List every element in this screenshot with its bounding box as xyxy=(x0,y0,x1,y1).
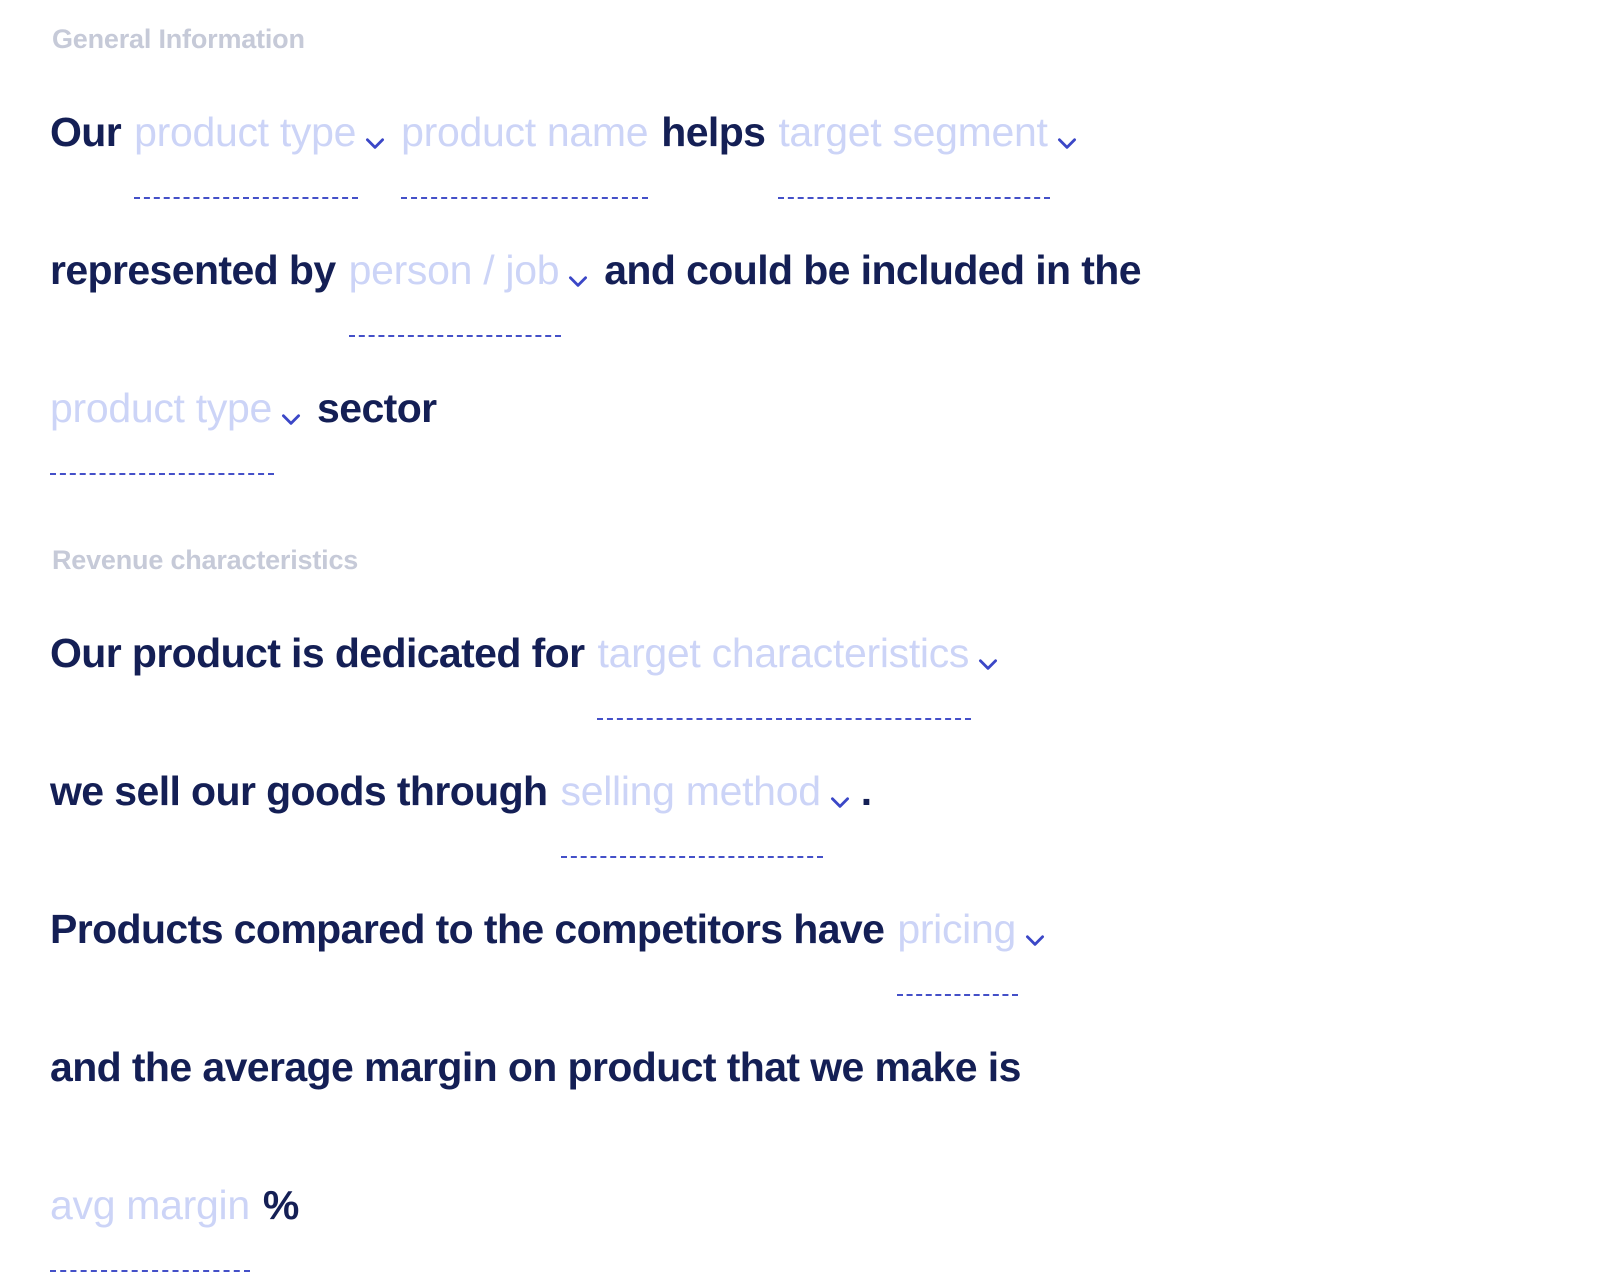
chevron-down-icon[interactable] xyxy=(565,268,591,294)
chevron-down-icon[interactable] xyxy=(827,789,853,815)
field-underline xyxy=(401,197,649,199)
field-placeholder[interactable]: pricing xyxy=(897,884,1016,976)
business-model-form: General Information Our product type produc… xyxy=(0,0,1600,1272)
field-underline xyxy=(778,197,1050,199)
field-underline xyxy=(897,994,1018,996)
field-underline xyxy=(348,335,562,337)
dropdown-selling-method[interactable]: selling method xyxy=(560,746,853,858)
dropdown-target-characteristics[interactable]: target characteristics xyxy=(597,608,1001,720)
static-text: Products compared to the competitors hav… xyxy=(50,906,885,952)
chevron-down-icon[interactable] xyxy=(1022,927,1048,953)
form-section: General Information Our product type produc… xyxy=(50,24,1550,475)
chevron-down-icon[interactable] xyxy=(362,130,388,156)
static-text: we sell our goods through xyxy=(50,768,548,814)
static-text: Our product is dedicated for xyxy=(50,630,585,676)
field-placeholder[interactable]: target segment xyxy=(778,87,1048,179)
dropdown-product-type-2[interactable]: product type xyxy=(50,363,304,475)
static-text: Our xyxy=(50,109,122,155)
dropdown-person-job[interactable]: person / job xyxy=(348,225,592,337)
form-sentence-line: Our product is dedicated for target chara… xyxy=(50,608,1550,720)
dropdown-pricing[interactable]: pricing xyxy=(897,884,1048,996)
field-placeholder[interactable]: product type xyxy=(50,363,272,455)
static-text: sector xyxy=(317,385,437,431)
form-section: Revenue characteristics Our product is de… xyxy=(50,545,1550,1272)
static-text: and could be included in the xyxy=(604,247,1141,293)
field-underline xyxy=(597,718,972,720)
chevron-down-icon[interactable] xyxy=(278,406,304,432)
form-sentence-line: represented by person / job and could be i… xyxy=(50,225,1550,337)
static-text: represented by xyxy=(50,247,336,293)
form-sections: General Information Our product type produc… xyxy=(50,24,1550,1272)
input-avg-margin[interactable]: avg margin xyxy=(50,1160,250,1272)
static-text: and the average margin on product that w… xyxy=(50,1044,1021,1090)
chevron-down-icon[interactable] xyxy=(1054,130,1080,156)
field-placeholder[interactable]: product name xyxy=(401,87,648,179)
field-placeholder[interactable]: target characteristics xyxy=(597,608,969,700)
field-placeholder[interactable]: selling method xyxy=(561,746,821,838)
form-sentence-line: we sell our goods through selling method. xyxy=(50,746,1550,858)
field-placeholder[interactable]: avg margin xyxy=(50,1160,250,1252)
dropdown-target-segment[interactable]: target segment xyxy=(778,87,1080,199)
field-underline xyxy=(560,856,823,858)
field-underline xyxy=(50,473,275,475)
dropdown-product-type-1[interactable]: product type xyxy=(134,87,388,199)
field-placeholder[interactable]: person / job xyxy=(349,225,560,317)
form-sentence-line: Products compared to the competitors hav… xyxy=(50,884,1550,996)
section-heading: Revenue characteristics xyxy=(52,545,359,575)
punctuation: . xyxy=(860,768,873,814)
section-heading: General Information xyxy=(52,24,305,54)
form-sentence-line: Our product type product name helps target s… xyxy=(50,87,1550,199)
static-text: % xyxy=(262,1182,299,1228)
input-product-name[interactable]: product name xyxy=(401,87,649,199)
chevron-down-icon[interactable] xyxy=(975,651,1001,677)
form-sentence-line: avg margin% xyxy=(50,1160,1550,1272)
field-underline xyxy=(134,197,359,199)
form-sentence-line: and the average margin on product that w… xyxy=(50,1022,1550,1126)
static-text: helps xyxy=(661,109,766,155)
form-sentence-line: product type sector xyxy=(50,363,1550,475)
field-placeholder[interactable]: product type xyxy=(134,87,356,179)
